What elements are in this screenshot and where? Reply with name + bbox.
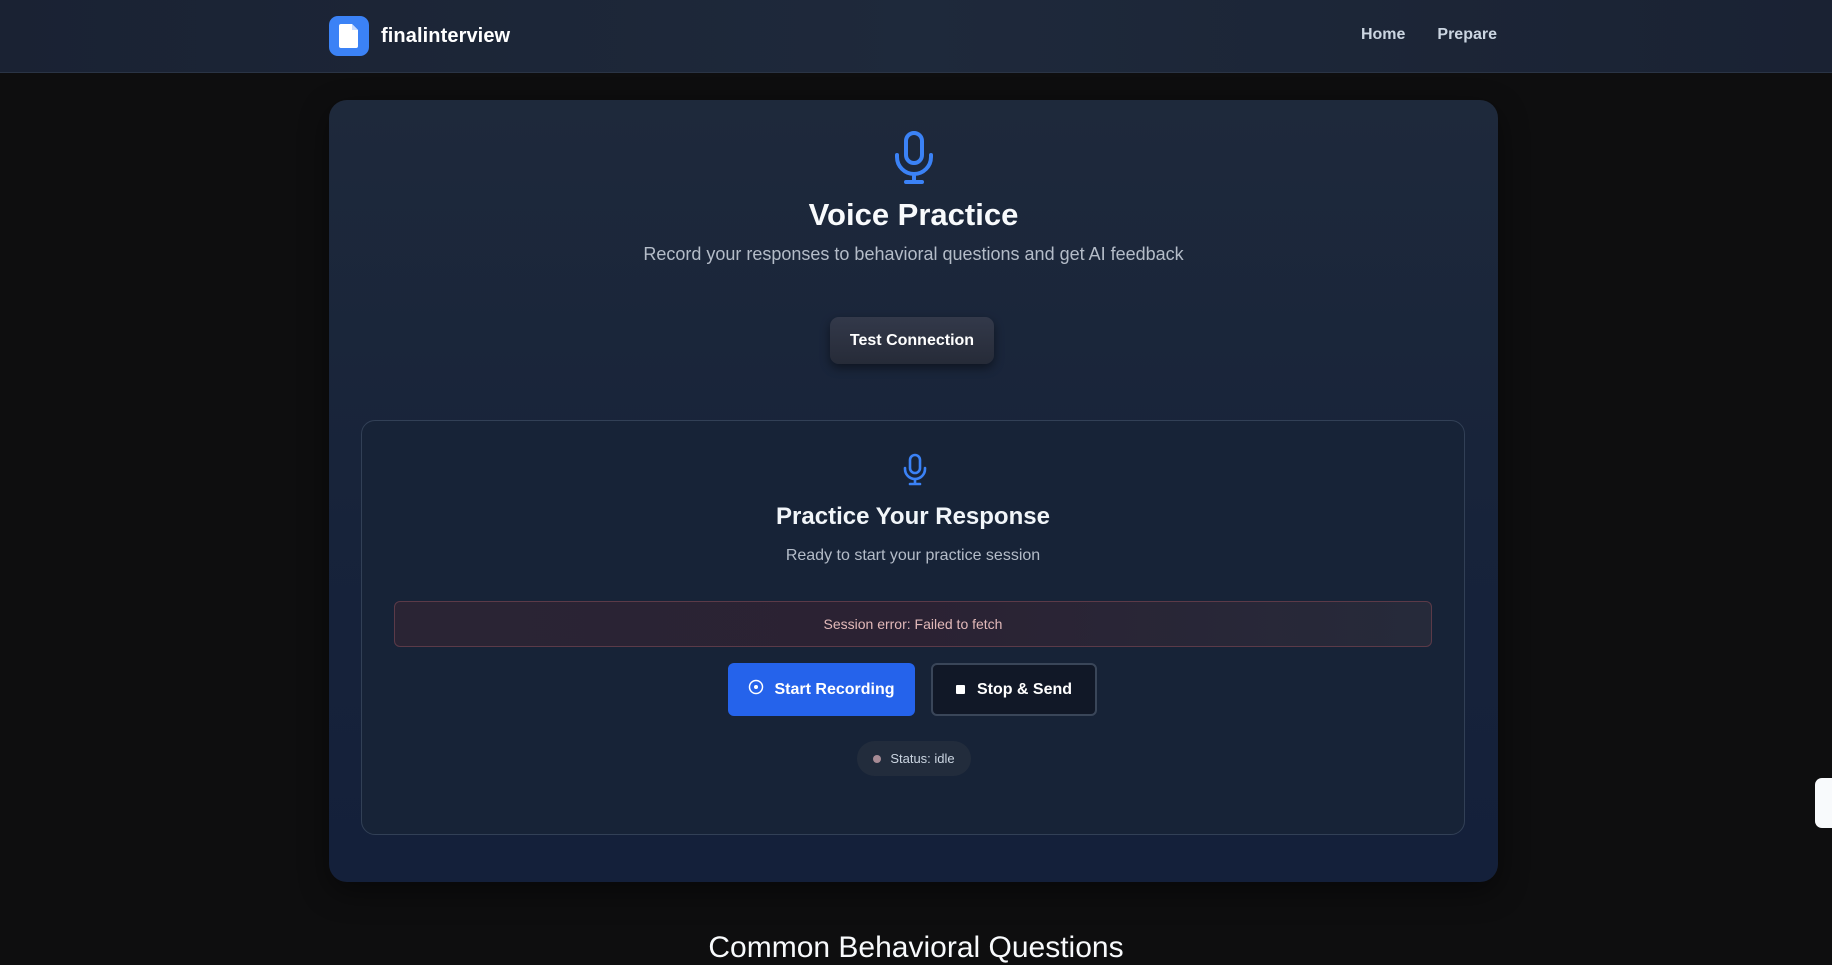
microphone-icon <box>900 453 930 487</box>
side-feedback-tab[interactable] <box>1815 778 1832 828</box>
record-icon <box>748 679 764 700</box>
status-text: Status: idle <box>890 751 955 766</box>
start-recording-button[interactable]: Start Recording <box>728 663 915 716</box>
status-dot-icon <box>873 754 882 763</box>
common-questions-heading: Common Behavioral Questions <box>708 931 1124 964</box>
microphone-icon <box>889 130 939 186</box>
practice-panel: Practice Your Response Ready to start yo… <box>361 420 1465 835</box>
brand-name: finalinterview <box>381 24 511 47</box>
recording-controls: Start Recording Stop & Send <box>728 663 1097 716</box>
nav-link-prepare[interactable]: Prepare <box>1437 26 1497 44</box>
practice-subtitle: Ready to start your practice session <box>785 547 1041 564</box>
navbar: finalinterview Home Prepare <box>0 0 1832 73</box>
practice-title: Practice Your Response <box>776 503 1050 530</box>
stop-icon <box>955 685 965 694</box>
status-badge: Status: idle <box>857 741 971 776</box>
test-connection-button[interactable]: Test Connection <box>830 317 994 364</box>
session-error-banner: Session error: Failed to fetch <box>394 601 1432 647</box>
brand-link[interactable]: finalinterview <box>329 16 510 56</box>
page-title: Voice Practice <box>808 197 1019 232</box>
voice-practice-card: Voice Practice Record your responses to … <box>329 100 1498 882</box>
nav-link-home[interactable]: Home <box>1361 26 1405 44</box>
stop-and-send-label: Stop & Send <box>976 680 1073 698</box>
nav-links: Home Prepare <box>1361 26 1497 44</box>
stop-and-send-button[interactable]: Stop & Send <box>931 663 1097 716</box>
document-icon <box>329 16 369 56</box>
page-subtitle: Record your responses to behavioral ques… <box>643 244 1184 264</box>
session-error-text: Session error: Failed to fetch <box>823 616 1003 632</box>
start-recording-label: Start Recording <box>774 680 895 698</box>
